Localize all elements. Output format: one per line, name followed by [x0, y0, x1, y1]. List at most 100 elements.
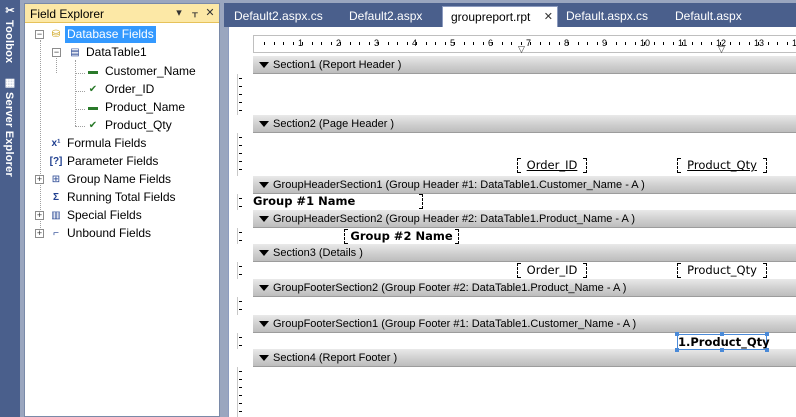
expand-icon[interactable]: +	[35, 175, 44, 184]
vertical-ruler-tick	[239, 153, 242, 154]
vertical-ruler-segment	[237, 333, 249, 349]
ruler-tick	[293, 42, 294, 45]
tree-node-customer-name[interactable]: ▬ Customer_Name	[25, 63, 215, 80]
resize-handle[interactable]	[675, 348, 679, 352]
resize-handle[interactable]	[720, 332, 724, 336]
collapse-icon[interactable]: −	[52, 48, 61, 57]
tab-groupreport-rpt[interactable]: groupreport.rpt ✕	[442, 6, 558, 27]
section-header-group-header-2[interactable]: GroupHeaderSection2 (Group Header #2: Da…	[253, 210, 796, 228]
section-header-group-header-1[interactable]: GroupHeaderSection1 (Group Header #1: Da…	[253, 176, 796, 194]
ruler-tick	[359, 42, 360, 45]
details-product-qty-field[interactable]: Product_Qty	[677, 263, 767, 279]
ruler-tick	[445, 42, 446, 45]
resize-handle[interactable]	[765, 332, 769, 336]
collapse-arrow-icon[interactable]	[259, 355, 269, 361]
ruler-tick	[777, 42, 778, 45]
ruler-tick	[312, 42, 313, 45]
ruler-tick	[597, 42, 598, 45]
collapse-arrow-icon[interactable]	[259, 321, 269, 327]
vertical-ruler-tick	[239, 198, 242, 199]
details-order-id-field[interactable]: Order_ID	[517, 263, 587, 279]
tree-node-parameter-fields[interactable]: [?] Parameter Fields	[25, 153, 215, 170]
ruler-tick	[606, 42, 607, 45]
group2-name-field[interactable]: Group #2 Name	[344, 229, 459, 245]
vertical-ruler-segment	[237, 262, 249, 279]
vertical-ruler-segment	[237, 194, 249, 210]
report-designer-canvas[interactable]: 1234567891011121314▽▽ Section1 (Report H…	[228, 27, 796, 417]
tree-node-datatable1[interactable]: − ▤ DataTable1	[25, 44, 215, 61]
collapse-arrow-icon[interactable]	[259, 216, 269, 222]
tree-node-group-name-fields[interactable]: + ⊞ Group Name Fields	[25, 171, 215, 188]
section-header-group-footer-2[interactable]: GroupFooterSection2 (Group Footer #2: Da…	[253, 279, 796, 297]
expand-icon[interactable]: +	[35, 211, 44, 220]
tree-node-formula-fields[interactable]: x¹ Formula Fields	[25, 135, 215, 152]
tree-node-label: Customer_Name	[105, 64, 196, 78]
vertical-ruler-tick	[239, 395, 242, 396]
ruler-tick	[340, 42, 341, 45]
resize-handle[interactable]	[765, 348, 769, 352]
ruler-tick	[644, 42, 645, 45]
ruler-tick	[407, 42, 408, 45]
tab-default2-aspx[interactable]: Default2.aspx	[341, 6, 439, 27]
server-explorer-tab[interactable]: ▦ Server Explorer	[0, 76, 20, 180]
group-footer-sum-product-qty-field[interactable]: 1.Product_Qty	[675, 332, 770, 352]
section-header-group-footer-1[interactable]: GroupFooterSection1 (Group Footer #1: Da…	[253, 315, 796, 333]
ruler-tick	[283, 42, 284, 45]
resize-handle[interactable]	[720, 348, 724, 352]
section-header-page-header[interactable]: Section2 (Page Header )	[253, 115, 796, 133]
vertical-ruler-tick	[239, 411, 242, 412]
pin-icon[interactable]: ᚁ	[189, 6, 201, 19]
page-header-product-qty-field[interactable]: Product_Qty	[677, 158, 767, 174]
group1-name-field[interactable]: Group #1 Name	[253, 194, 423, 210]
vertical-ruler-tick	[239, 232, 242, 233]
page-header-order-id-field[interactable]: Order_ID	[517, 158, 587, 174]
tree-node-product-qty[interactable]: ✔ Product_Qty	[25, 117, 215, 134]
section-header-details[interactable]: Section3 (Details )	[253, 244, 796, 262]
tree-node-database-fields[interactable]: − ⛁ Database Fields	[25, 26, 215, 43]
collapse-arrow-icon[interactable]	[259, 121, 269, 127]
ruler-tick	[568, 42, 569, 45]
collapse-arrow-icon[interactable]	[259, 250, 269, 256]
tree-node-unbound-fields[interactable]: + ⌐ Unbound Fields	[25, 225, 215, 242]
tree-node-special-fields[interactable]: + ▥ Special Fields	[25, 207, 215, 224]
tree-node-product-name[interactable]: ▬ Product_Name	[25, 99, 215, 116]
ruler-tick	[749, 42, 750, 45]
tree-node-running-total-fields[interactable]: Σ Running Total Fields	[25, 189, 215, 206]
ruler-tick	[768, 42, 769, 45]
tab-default2-aspx-cs[interactable]: Default2.aspx.cs	[226, 6, 338, 27]
close-icon[interactable]: ✕	[204, 6, 216, 19]
dropdown-icon[interactable]: ▾	[173, 6, 185, 19]
tree-node-label: Parameter Fields	[67, 154, 159, 168]
collapse-arrow-icon[interactable]	[259, 62, 269, 68]
close-tab-icon[interactable]: ✕	[544, 7, 553, 28]
ruler-tick	[730, 42, 731, 45]
ruler-guide-marker-icon[interactable]: ▽	[718, 44, 725, 55]
field-checked-icon: ✔	[88, 120, 98, 131]
expand-icon[interactable]: +	[35, 229, 44, 238]
section-header-report-header[interactable]: Section1 (Report Header )	[253, 56, 796, 74]
ruler-tick	[264, 42, 265, 45]
ruler-tick	[369, 42, 370, 45]
vertical-ruler-tick	[239, 137, 242, 138]
section-header-report-footer[interactable]: Section4 (Report Footer )	[253, 349, 796, 367]
resize-handle[interactable]	[675, 332, 679, 336]
table-icon: ▤	[70, 47, 80, 58]
ruler-tick	[302, 42, 303, 45]
vertical-ruler-segment	[237, 367, 249, 417]
tree-node-label: Product_Name	[105, 100, 186, 114]
vertical-ruler-tick	[239, 240, 242, 241]
collapse-arrow-icon[interactable]	[259, 285, 269, 291]
collapse-arrow-icon[interactable]	[259, 182, 269, 188]
toolbox-tab[interactable]: ✂ Toolbox	[0, 4, 20, 70]
ruler-tick	[701, 42, 702, 45]
field-checked-icon: ✔	[88, 84, 98, 95]
unbound-icon: ⌐	[53, 228, 59, 239]
vertical-ruler-tick	[239, 274, 242, 275]
tab-default-aspx[interactable]: Default.aspx	[667, 6, 765, 27]
tab-default-aspx-cs[interactable]: Default.aspx.cs	[558, 6, 670, 27]
collapse-icon[interactable]: −	[35, 30, 44, 39]
tree-node-label: Running Total Fields	[67, 190, 176, 204]
vertical-ruler-tick	[239, 78, 242, 79]
ruler-guide-marker-icon[interactable]: ▽	[518, 44, 525, 55]
tree-node-order-id[interactable]: ✔ Order_ID	[25, 81, 215, 98]
